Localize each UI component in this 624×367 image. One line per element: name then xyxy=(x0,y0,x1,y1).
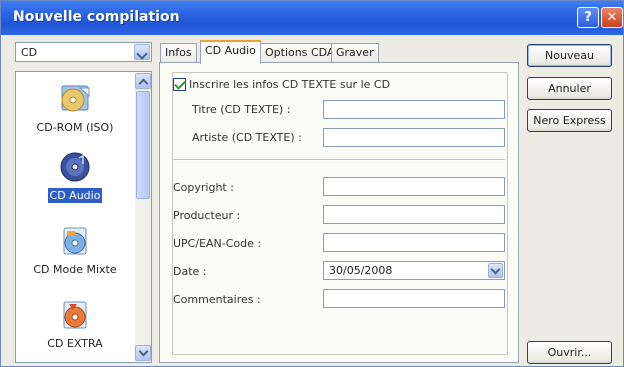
section-divider xyxy=(173,159,505,161)
cd-extra-label: CD EXTRA xyxy=(47,337,103,350)
cd-text-artist-label: Artiste (CD TEXTE) : xyxy=(192,131,302,144)
list-item-cd-mixed-mode[interactable]: CD Mode Mixte xyxy=(16,224,134,277)
tab-cd-audio[interactable]: CD Audio xyxy=(200,40,261,64)
cancel-button[interactable]: Annuler xyxy=(527,77,612,100)
close-icon[interactable]: ✕ xyxy=(601,7,623,28)
producer-input[interactable] xyxy=(323,205,505,224)
tab-infos[interactable]: Infos xyxy=(160,43,197,62)
cd-text-checkbox-label: Inscrire les infos CD TEXTE sur le CD xyxy=(189,78,391,91)
disc-format-select[interactable]: CD xyxy=(15,42,152,62)
cd-text-title-input[interactable] xyxy=(323,100,505,119)
comments-input[interactable] xyxy=(323,289,505,308)
compilation-type-list[interactable]: CD-ROM (ISO) CD Audio CD Mode Mixte CD E… xyxy=(15,71,152,363)
list-scrollbar[interactable] xyxy=(135,73,151,361)
chevron-down-icon[interactable] xyxy=(488,263,503,278)
new-button[interactable]: Nouveau xyxy=(527,44,612,67)
cd-mixed-mode-label: CD Mode Mixte xyxy=(33,263,117,276)
list-item-cd-rom-iso[interactable]: CD-ROM (ISO) xyxy=(16,82,134,135)
tab-graver[interactable]: Graver xyxy=(331,43,379,62)
upc-ean-input[interactable] xyxy=(323,233,505,252)
chevron-down-icon[interactable] xyxy=(134,44,150,60)
scroll-down-icon[interactable] xyxy=(135,345,151,361)
disc-format-value: CD xyxy=(21,46,38,59)
date-value: 30/05/2008 xyxy=(329,264,393,277)
tab-options-cda[interactable]: Options CDA xyxy=(260,43,340,62)
list-item-cd-audio[interactable]: CD Audio xyxy=(16,150,134,203)
cd-audio-label: CD Audio xyxy=(47,188,103,203)
comments-label: Commentaires : xyxy=(173,293,261,306)
help-icon[interactable]: ? xyxy=(577,7,599,28)
cd-audio-disc-icon xyxy=(58,150,92,184)
copyright-input[interactable] xyxy=(323,177,505,196)
producer-label: Producteur : xyxy=(173,209,241,222)
cd-mixed-mode-disc-icon xyxy=(58,224,92,258)
title-bar[interactable]: Nouvelle compilation ? ✕ xyxy=(1,1,623,35)
open-button[interactable]: Ouvrir... xyxy=(527,341,612,364)
cd-text-artist-input[interactable] xyxy=(323,128,505,147)
copyright-label: Copyright : xyxy=(173,181,234,194)
cd-rom-iso-label: CD-ROM (ISO) xyxy=(36,121,114,134)
upc-ean-label: UPC/EAN-Code : xyxy=(173,237,262,250)
cd-text-checkbox[interactable] xyxy=(173,78,186,91)
cd-rom-disc-icon xyxy=(58,82,92,116)
cd-extra-disc-icon xyxy=(58,298,92,332)
date-label: Date : xyxy=(173,265,207,278)
window-title: Nouvelle compilation xyxy=(13,9,180,25)
nero-express-button[interactable]: Nero Express xyxy=(527,109,612,132)
new-compilation-dialog: Nouvelle compilation ? ✕ CD CD-ROM (ISO) xyxy=(0,0,624,367)
date-picker[interactable]: 30/05/2008 xyxy=(323,261,505,280)
scroll-up-icon[interactable] xyxy=(135,73,151,89)
scroll-thumb[interactable] xyxy=(136,91,150,199)
cd-text-title-label: Titre (CD TEXTE) : xyxy=(192,103,291,116)
list-item-cd-extra[interactable]: CD EXTRA xyxy=(16,298,134,351)
